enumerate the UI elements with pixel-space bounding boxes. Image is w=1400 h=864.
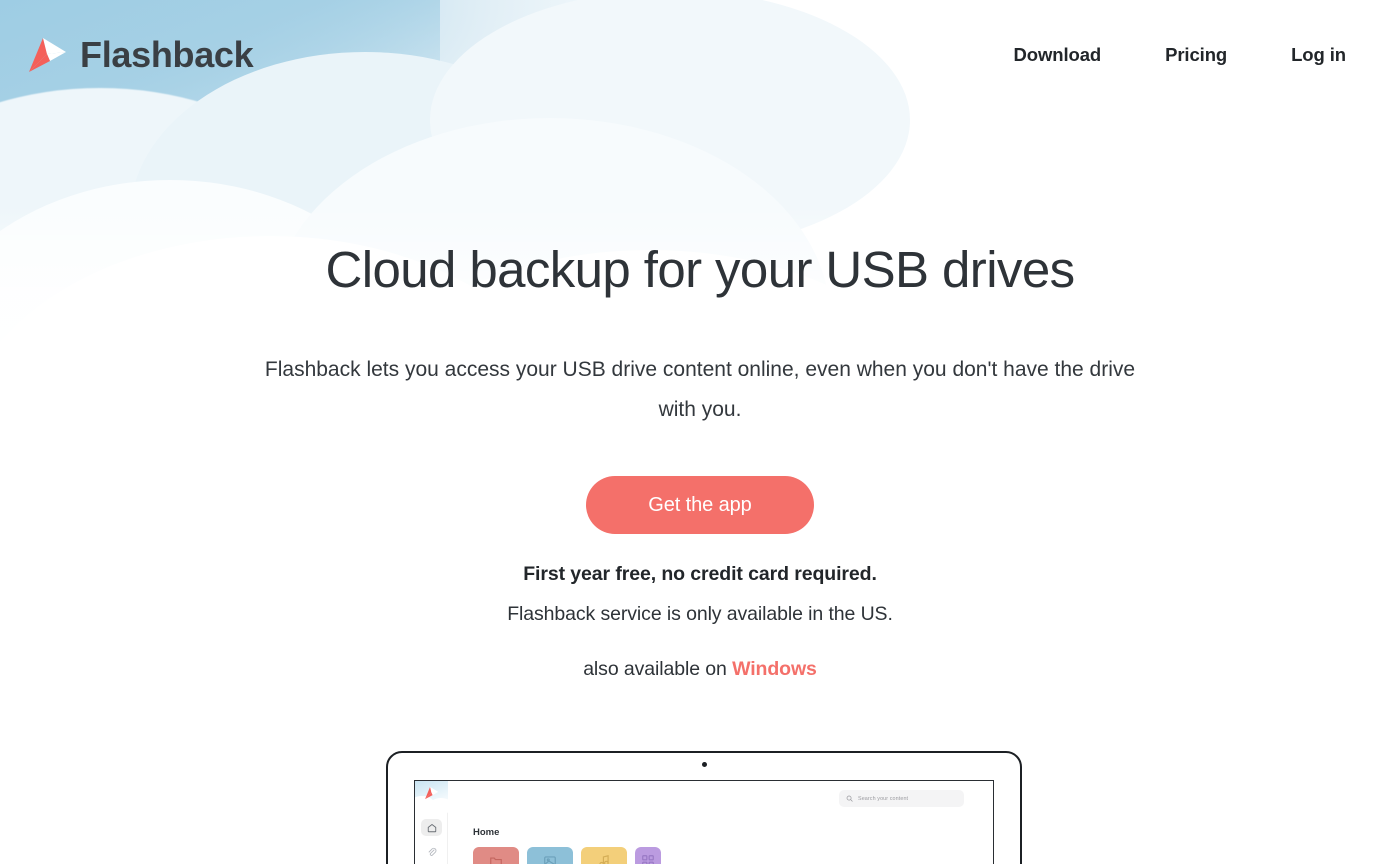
get-the-app-button[interactable]: Get the app xyxy=(586,476,814,534)
hero-subheadline: Flashback lets you access your USB drive… xyxy=(264,358,1136,422)
availability-note: Flashback service is only available in t… xyxy=(507,603,893,625)
app-sidebar xyxy=(415,781,453,864)
main-navigation: Download Pricing Log in xyxy=(982,34,1400,76)
camera-dot-icon xyxy=(701,762,707,767)
flashback-arrow-logo-icon xyxy=(425,786,439,800)
search-input[interactable]: Search your content xyxy=(839,790,964,807)
laptop-screen: Search your content Home xyxy=(414,780,994,864)
tile-music[interactable] xyxy=(581,847,627,864)
also-available-prefix: also available on xyxy=(583,658,727,680)
tile-other[interactable] xyxy=(635,847,661,864)
nav-download[interactable]: Download xyxy=(982,34,1134,76)
nav-pricing[interactable]: Pricing xyxy=(1133,34,1259,76)
brand-name: Flashback xyxy=(80,34,254,75)
tile-photos[interactable] xyxy=(527,847,573,864)
tile-documents[interactable] xyxy=(473,847,519,864)
offer-note: First year free, no credit card required… xyxy=(523,563,877,585)
image-icon xyxy=(544,856,556,864)
brand-logo-link[interactable]: Flashback xyxy=(26,34,254,75)
laptop-mockup: Search your content Home xyxy=(386,751,1022,864)
folder-icon xyxy=(490,857,502,864)
app-main-area: Search your content Home xyxy=(448,781,993,864)
nav-login[interactable]: Log in xyxy=(1259,34,1378,76)
sidebar-item-attachments[interactable] xyxy=(421,843,442,860)
search-icon xyxy=(846,795,853,802)
music-icon xyxy=(599,855,609,864)
cloud-shape xyxy=(270,118,830,518)
flashback-arrow-logo-icon xyxy=(29,38,66,72)
cloud-shape xyxy=(0,88,380,518)
site-header: Flashback Download Pricing Log in xyxy=(0,0,1400,110)
also-available-line: also available on Windows xyxy=(0,658,1400,681)
landing-page: Flashback Download Pricing Log in Cloud … xyxy=(0,0,1400,864)
paperclip-icon xyxy=(428,847,436,856)
windows-link[interactable]: Windows xyxy=(732,658,817,680)
page-title: Cloud backup for your USB drives xyxy=(325,241,1076,298)
app-page-title: Home xyxy=(473,827,500,838)
tile-grid xyxy=(473,847,661,864)
grid-icon xyxy=(642,855,654,864)
sidebar-item-home[interactable] xyxy=(421,819,442,836)
search-placeholder: Search your content xyxy=(858,795,909,802)
home-icon xyxy=(427,823,436,832)
